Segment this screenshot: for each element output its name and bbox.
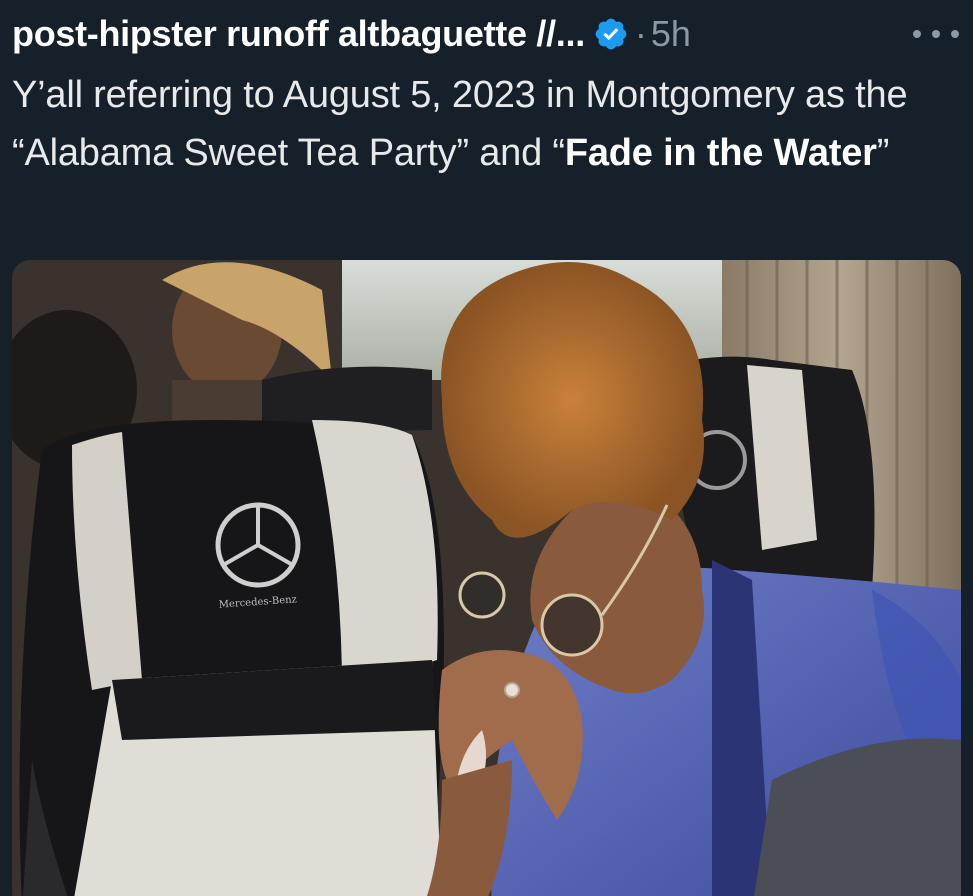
tweet-text: Y’all referring to August 5, 2023 in Mon…: [12, 66, 962, 182]
separator-dot: ·: [634, 13, 647, 54]
time-ago[interactable]: 5h: [651, 13, 691, 54]
more-dot: [932, 30, 940, 38]
timestamp[interactable]: · 5h: [635, 13, 691, 55]
photo-scene: Mercedes-Benz: [12, 260, 961, 896]
tweet-photo[interactable]: Mercedes-Benz: [12, 260, 961, 896]
verified-badge-icon[interactable]: [593, 16, 629, 52]
more-options-icon[interactable]: [913, 14, 959, 54]
tweet-text-closing: ”: [876, 132, 890, 174]
ring: [504, 682, 520, 698]
tweet-header: post-hipster runoff altbaguette //... · 5…: [12, 6, 959, 62]
hair: [441, 262, 704, 538]
more-dot: [913, 30, 921, 38]
tweet-text-bold: Fade in the Water: [564, 132, 877, 174]
more-dot: [951, 30, 959, 38]
author-display-name[interactable]: post-hipster runoff altbaguette //...: [12, 13, 585, 55]
